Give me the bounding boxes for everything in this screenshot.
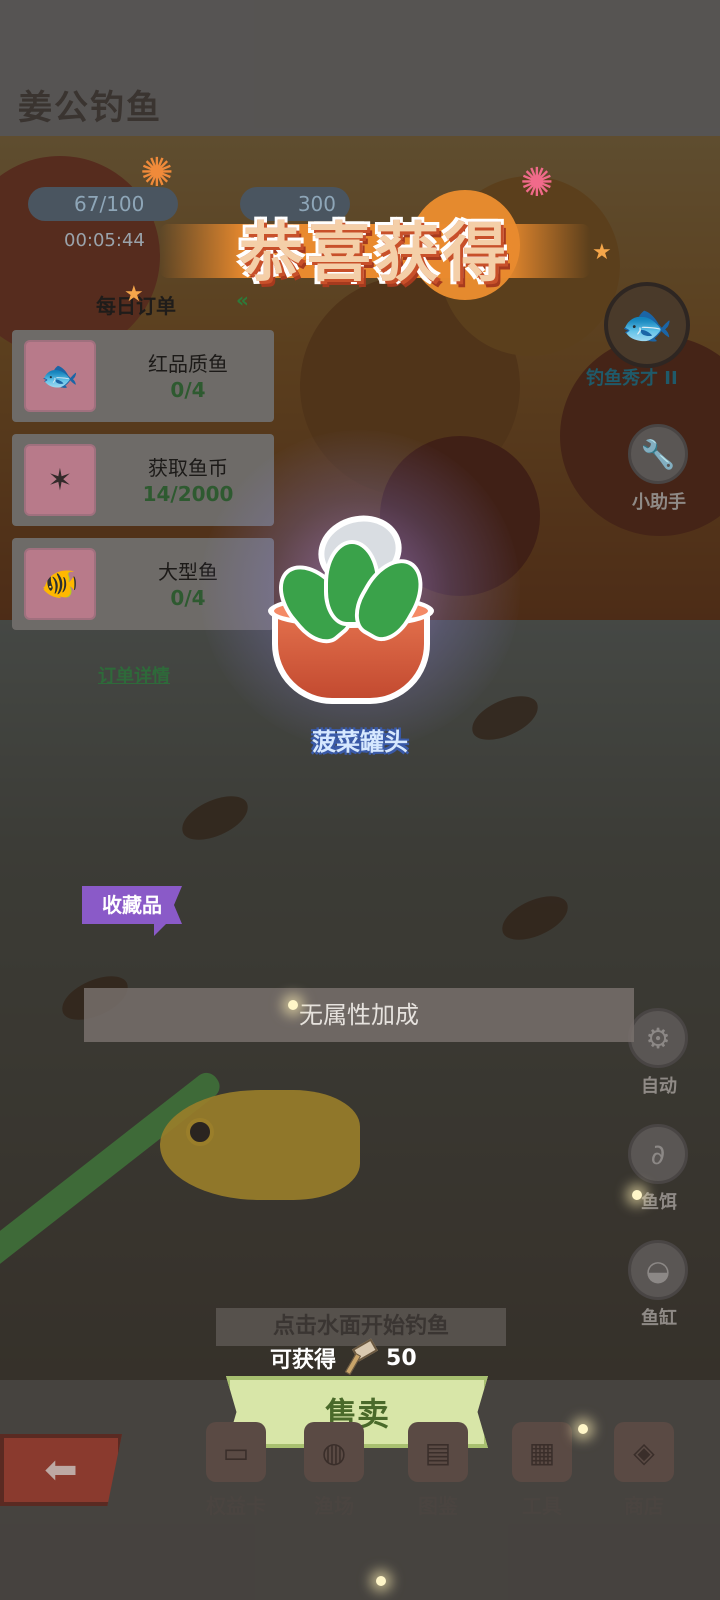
congrats-title: 恭喜获得 (239, 217, 511, 291)
sparkle (632, 1190, 642, 1200)
nav-label: 商店 (624, 1494, 664, 1518)
sparkle (578, 1424, 588, 1434)
order-progress: 0/4 (170, 378, 206, 402)
gear-icon[interactable]: ⚙ (628, 1008, 688, 1068)
card-icon: ▭ (206, 1422, 266, 1482)
nav-label: 权益卡 (206, 1494, 266, 1518)
bait-label: 鱼饵 (641, 1192, 677, 1213)
nav-label: 工具 (522, 1494, 562, 1518)
nav-label: 图鉴 (418, 1494, 458, 1518)
nav-item-book[interactable]: ▤ 图鉴 (390, 1418, 486, 1528)
box-icon: ▦ (512, 1422, 572, 1482)
star-icon: ★ (124, 282, 144, 307)
hook-icon[interactable]: ∂ (628, 1124, 688, 1184)
collectible-tag: 收藏品 (82, 886, 182, 924)
earn-label: 可获得 (270, 1348, 337, 1373)
wrench-icon[interactable]: 🔧 (628, 424, 688, 484)
sparkle (376, 1576, 386, 1586)
fish-tank-icon[interactable]: ◒ (628, 1240, 688, 1300)
pond-icon: ◍ (304, 1422, 364, 1482)
app-title: 姜公钓鱼 (18, 88, 162, 128)
nav-item-pond[interactable]: ◍ 渔场 (286, 1418, 382, 1528)
star-icon: ★ (592, 240, 612, 265)
energy-timer: 00:05:44 (64, 230, 145, 251)
shop-icon: ◈ (614, 1422, 674, 1482)
earn-row: 可获得 50 (270, 1338, 417, 1378)
nav-label: 渔场 (314, 1494, 354, 1518)
auto-label: 自动 (641, 1076, 677, 1097)
reward-item-name: 菠菜罐头 (312, 728, 408, 756)
order-detail-link[interactable]: 订单详情 (98, 662, 170, 688)
book-icon: ▤ (408, 1422, 468, 1482)
sparkle (288, 1000, 298, 1010)
attribute-bar: 无属性加成 (84, 988, 634, 1042)
tag-tail (154, 922, 168, 936)
firework-icon: ✺ (520, 160, 554, 206)
order-name: 红品质鱼 (148, 352, 228, 376)
starfish-icon: ✶ (24, 444, 96, 516)
fish-eye (186, 1118, 214, 1146)
nav-item-shop[interactable]: ◈ 商店 (596, 1418, 692, 1528)
tank-label: 鱼缸 (641, 1308, 677, 1329)
player-title-label: 钓鱼秀才 II (586, 368, 678, 389)
firework-icon: ✺ (140, 150, 174, 196)
nav-item-tools[interactable]: ▦ 工具 (494, 1418, 590, 1528)
helper-label: 小助手 (632, 492, 686, 513)
back-arrow-icon[interactable]: ⬅ (0, 1434, 122, 1506)
golden-fish-decor (160, 1090, 360, 1200)
order-name: 获取鱼币 (148, 456, 228, 480)
congrats-banner: 恭喜获得 (160, 190, 590, 300)
spinach-leaves (264, 540, 436, 654)
earn-value: 50 (386, 1345, 417, 1371)
goldfish-avatar-icon[interactable]: 🐟 (604, 282, 690, 368)
hammer-icon (344, 1338, 379, 1376)
fish-icon: 🐟 (24, 340, 96, 412)
nav-item-card[interactable]: ▭ 权益卡 (188, 1418, 284, 1528)
fish-icon: 🐠 (24, 548, 96, 620)
order-card[interactable]: 🐟 红品质鱼 0/4 (12, 330, 274, 422)
spinach-can-image (264, 506, 436, 706)
